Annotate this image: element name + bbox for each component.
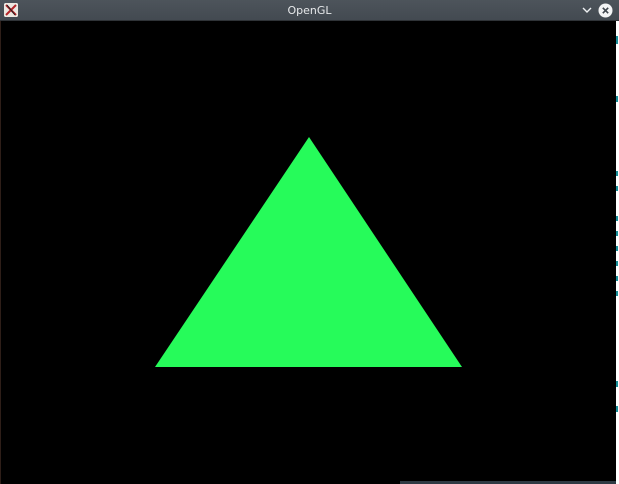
edge-mark — [616, 406, 618, 412]
edge-mark — [616, 231, 618, 236]
edge-mark — [616, 246, 618, 251]
chevron-down-icon — [582, 7, 592, 13]
close-button[interactable] — [598, 3, 613, 18]
edge-mark — [616, 276, 618, 281]
close-icon — [598, 3, 613, 18]
window-title: OpenGL — [287, 4, 332, 17]
minimize-button[interactable] — [580, 3, 594, 17]
edge-mark — [616, 381, 618, 387]
render-canvas — [155, 137, 462, 367]
edge-mark — [616, 291, 618, 296]
edge-mark — [616, 261, 618, 266]
edge-mark — [616, 186, 618, 191]
green-triangle — [155, 137, 462, 367]
edge-mark — [616, 171, 618, 176]
edge-mark — [616, 96, 618, 102]
opengl-window: OpenGL — [0, 0, 619, 484]
edge-mark — [616, 216, 618, 221]
gl-viewport[interactable] — [0, 21, 616, 484]
title-bar[interactable]: OpenGL — [0, 0, 619, 21]
edge-mark — [616, 36, 618, 44]
